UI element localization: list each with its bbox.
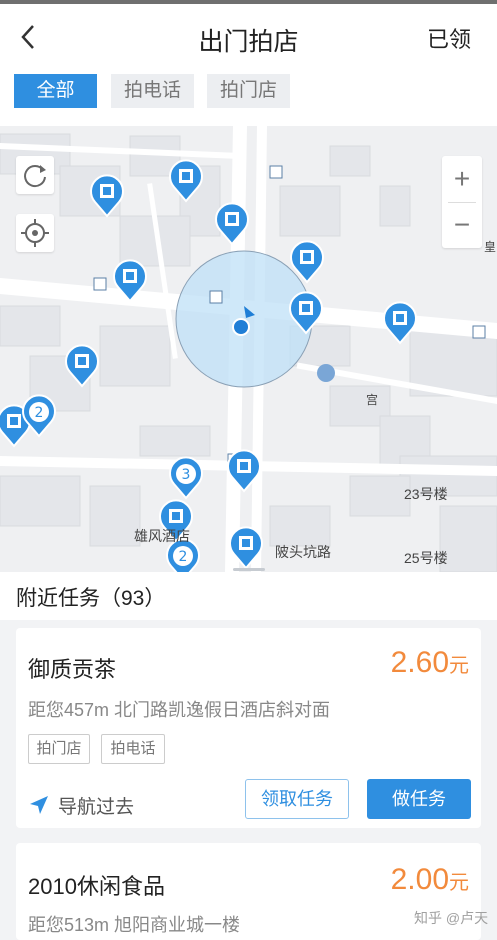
map-label-edge: 皇 <box>484 240 497 254</box>
cluster-count: 3 <box>182 467 191 483</box>
nearby-header: 附近任务（93） <box>0 572 497 620</box>
task-card[interactable]: 御质贡茶 2.60元 距您457m 北门路凯逸假日酒店斜对面 拍门店 拍电话 导… <box>16 628 481 828</box>
map-canvas: 2 3 2 <box>0 126 497 572</box>
claimed-link[interactable]: 已领 <box>427 22 471 54</box>
task-card[interactable]: 2010休闲食品 2.00元 距您513m 旭阳商业城一楼 <box>16 843 481 940</box>
map-label-hotel: 雄风酒店 <box>134 528 190 544</box>
tab-phone[interactable]: 拍电话 <box>111 74 194 108</box>
cluster-count: 2 <box>179 549 188 565</box>
claim-task-button[interactable]: 领取任务 <box>245 779 349 819</box>
map-label-bldg23: 23号楼 <box>404 486 448 502</box>
tab-all[interactable]: 全部 <box>14 74 97 108</box>
task-desc: 距您457m 北门路凯逸假日酒店斜对面 <box>28 700 331 720</box>
price-unit: 元 <box>449 655 469 677</box>
zoom-control: + − <box>442 156 482 248</box>
zoom-in-button[interactable]: + <box>442 156 482 202</box>
refresh-button[interactable] <box>16 156 54 194</box>
top-bar: 出门拍店 已领 <box>0 0 497 70</box>
price-value: 2.00 <box>390 863 449 896</box>
cluster-pin[interactable]: 3 <box>169 456 203 500</box>
refresh-icon <box>24 165 46 188</box>
do-task-button[interactable]: 做任务 <box>367 779 471 819</box>
page-title: 出门拍店 <box>198 28 299 56</box>
task-price: 2.00元 <box>391 863 469 897</box>
nearby-title: 附近任务（93） <box>16 587 166 610</box>
tab-store[interactable]: 拍门店 <box>207 74 290 108</box>
task-desc: 距您513m 旭阳商业城一楼 <box>28 915 241 935</box>
filter-tabs: 全部 拍电话 拍门店 <box>0 70 497 126</box>
task-name: 御质贡茶 <box>28 657 117 682</box>
task-tag-store: 拍门店 <box>28 734 90 764</box>
task-tag-phone: 拍电话 <box>101 734 165 764</box>
map-label-bldg25: 25号楼 <box>404 550 448 566</box>
price-value: 2.60 <box>390 646 449 679</box>
price-unit: 元 <box>449 872 469 894</box>
map-label-gong: 宫 <box>366 393 379 407</box>
locate-icon <box>21 219 49 247</box>
cluster-count: 2 <box>35 405 44 421</box>
drag-handle[interactable] <box>233 568 265 571</box>
map-view[interactable]: 2 3 2 + − 雄风酒店 陂头坑路 23号楼 25号楼 宫 皇 <box>0 126 497 572</box>
task-price: 2.60元 <box>391 646 469 680</box>
navigation-arrow-icon <box>30 796 48 814</box>
map-label-road: 陂头坑路 <box>275 544 331 560</box>
zoom-out-button[interactable]: − <box>442 202 482 248</box>
task-name: 2010休闲食品 <box>28 874 165 899</box>
navigate-label: 导航过去 <box>58 797 135 818</box>
watermark: 知乎 @卢天 <box>414 910 489 926</box>
locate-button[interactable] <box>16 214 54 252</box>
